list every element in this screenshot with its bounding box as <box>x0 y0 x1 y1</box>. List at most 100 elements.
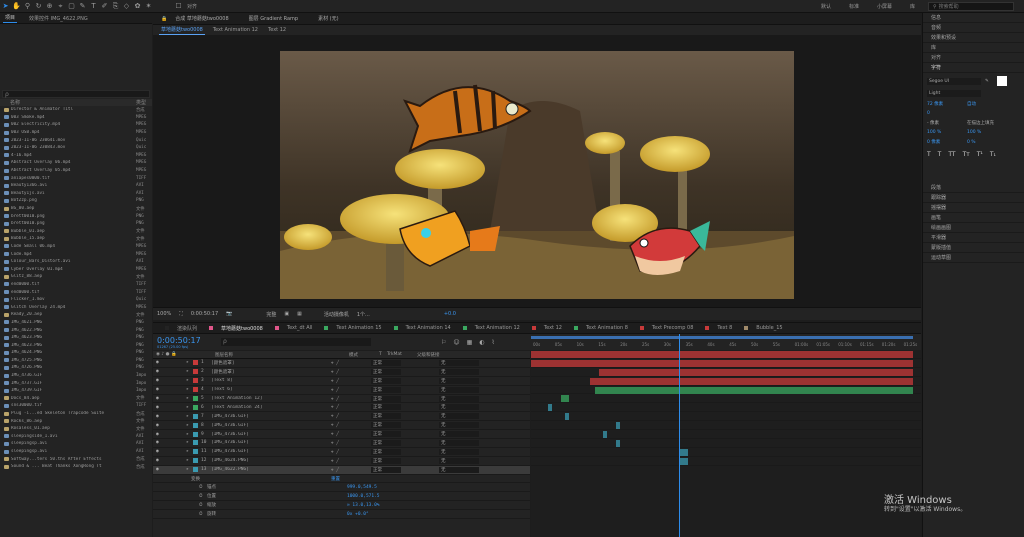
parent-dropdown[interactable]: 无 <box>439 457 479 464</box>
layer-duration-bar[interactable] <box>598 368 913 376</box>
visibility-eye-icon[interactable]: ◉ <box>153 378 163 383</box>
blend-mode-dropdown[interactable]: 正常 <box>371 359 401 366</box>
layer-name[interactable]: [IMG_4736.GIF] <box>211 440 331 445</box>
blend-mode-dropdown[interactable]: 正常 <box>371 448 401 455</box>
visibility-eye-icon[interactable]: ◉ <box>153 369 163 374</box>
eraser-tool-icon[interactable]: ◇ <box>122 2 131 11</box>
transform-row[interactable]: 变换 重置 <box>153 475 530 484</box>
layer-duration-bar[interactable] <box>590 377 913 385</box>
project-item[interactable]: Glitch Overlay 24.mp4 MPEG <box>0 303 152 311</box>
layer-switches-icon[interactable]: ⌖ ╱ <box>331 360 371 366</box>
parent-dropdown[interactable]: 无 <box>439 368 479 375</box>
tsume-value[interactable]: 0 % <box>967 140 976 145</box>
view-tab-text-animation-12[interactable]: Text Animation 12 <box>211 26 260 34</box>
visibility-eye-icon[interactable]: ◉ <box>153 396 163 401</box>
panel-wiggler[interactable]: 摇摆器 <box>923 203 1024 213</box>
layer-name[interactable]: [IMG_4736.GIF] <box>211 449 331 454</box>
layer-row[interactable]: ◉ ▸ 10 [IMG_4736.GIF] ⌖ ╱ 正常 无 <box>153 439 530 448</box>
layer-duration-bar[interactable] <box>603 431 608 439</box>
project-item[interactable]: sleepingsp.avi AVI <box>0 440 152 448</box>
column-name[interactable]: 名称 <box>10 99 136 106</box>
property-value[interactable]: ∞ 13.0,13.0% <box>347 503 380 508</box>
workspace-library[interactable]: 库 <box>910 3 915 10</box>
blend-mode-dropdown[interactable]: 正常 <box>371 386 401 393</box>
workspace-default[interactable]: 默认 <box>821 3 831 10</box>
project-item[interactable]: IMG_4739.GIF Impo <box>0 387 152 395</box>
draft-3d-icon[interactable]: ⚐ <box>441 339 446 346</box>
transform-property-row[interactable]: ⏱ 缩放 ∞ 13.0,13.0% <box>153 501 530 511</box>
layer-switches-icon[interactable]: ⌖ ╱ <box>331 387 371 393</box>
visibility-eye-icon[interactable]: ◉ <box>153 467 163 472</box>
blend-mode-dropdown[interactable]: 正常 <box>371 395 401 402</box>
layer-label-color[interactable] <box>193 413 198 419</box>
blend-mode-dropdown[interactable]: 正常 <box>371 439 401 446</box>
roto-tool-icon[interactable]: ✿ <box>133 2 142 11</box>
transparency-grid-icon[interactable]: ▦ <box>297 311 302 317</box>
blend-mode-dropdown[interactable]: 正常 <box>371 413 401 420</box>
project-item[interactable]: brett0010.png PNG <box>0 220 152 228</box>
type-tool-icon[interactable]: T <box>89 2 98 11</box>
expand-arrow-icon[interactable]: ▸ <box>163 396 193 401</box>
project-item[interactable]: IMG_4737.GIF Impo <box>0 379 152 387</box>
layer-label-color[interactable] <box>193 378 198 384</box>
eyedropper-icon[interactable]: ✎ <box>985 79 989 84</box>
blend-mode-dropdown[interactable]: 正常 <box>371 377 401 384</box>
parent-dropdown[interactable]: 无 <box>439 431 479 438</box>
parent-dropdown[interactable]: 无 <box>439 466 479 473</box>
project-item[interactable]: Bubble_15.aep 文件 <box>0 235 152 243</box>
composition-viewer[interactable] <box>153 35 921 307</box>
project-item[interactable]: IMG_4622.PNG PNG <box>0 326 152 334</box>
project-item[interactable]: Softway...ters 50.ths After Effects 合成 <box>0 455 152 463</box>
visibility-eye-icon[interactable]: ◉ <box>153 440 163 445</box>
project-item[interactable]: BG_00.aep 文件 <box>0 205 152 213</box>
tab-effect-controls[interactable]: 效果控件 IMG_4622.PNG <box>27 14 90 23</box>
time-ruler[interactable]: 00s 05s 10s 15s 20s 25s 30s 35s 40s 45s 50s 55s 01:0… <box>531 334 921 350</box>
expand-arrow-icon[interactable]: ▸ <box>163 405 193 410</box>
project-item[interactable]: 002 Electricity.mp4 MPEG <box>0 121 152 129</box>
project-item[interactable]: Abstract Overlay 05.mp4 MPEG <box>0 167 152 175</box>
snap-checkbox-icon[interactable]: ☐ <box>174 2 183 11</box>
composition-title[interactable]: 合成 草地蘑菇two0008 <box>175 15 228 22</box>
tracking-value[interactable]: 0 <box>927 111 967 116</box>
layer-switches-icon[interactable]: ⌖ ╱ <box>331 431 371 437</box>
panel-character[interactable]: 字符 <box>923 63 1024 73</box>
layer-duration-bar[interactable] <box>679 457 689 465</box>
work-area-bar[interactable] <box>531 336 913 339</box>
layer-name[interactable]: [Text 6] <box>211 387 331 392</box>
blend-mode-dropdown[interactable]: 正常 <box>371 368 401 375</box>
timeline-tab[interactable]: Text Precomp 08 <box>639 325 693 331</box>
panel-smoother[interactable]: 平滑器 <box>923 233 1024 243</box>
layer-duration-bar[interactable] <box>615 439 621 447</box>
layer-row[interactable]: ◉ ▸ 4 [Text 6] ⌖ ╱ 正常 无 <box>153 386 530 395</box>
puppet-tool-icon[interactable]: ✶ <box>144 2 153 11</box>
font-size-value[interactable]: 72 像素 <box>927 101 967 107</box>
visibility-eye-icon[interactable]: ◉ <box>153 432 163 437</box>
parent-dropdown[interactable]: 无 <box>439 413 479 420</box>
views-dropdown[interactable]: 1个... <box>357 311 370 318</box>
layer-duration-bar[interactable] <box>615 422 621 430</box>
parent-dropdown[interactable]: 无 <box>439 395 479 402</box>
parent-dropdown[interactable]: 无 <box>439 448 479 455</box>
panel-info[interactable]: 信息 <box>923 13 1024 23</box>
layer-row[interactable]: ◉ ▸ 12 [IMG_4624.PNG] ⌖ ╱ 正常 无 <box>153 457 530 466</box>
layer-row[interactable]: ◉ ▸ 1 [颜色遮罩] ⌖ ╱ 正常 无 <box>153 359 530 368</box>
visibility-eye-icon[interactable]: ◉ <box>153 449 163 454</box>
viewer-timecode[interactable]: 0:00:50:17 <box>191 311 218 317</box>
expand-arrow-icon[interactable]: ▸ <box>163 387 193 392</box>
blend-mode-dropdown[interactable]: 正常 <box>371 422 401 429</box>
project-search-input[interactable]: ρ <box>2 90 150 98</box>
panel-mask-interpolation[interactable]: 蒙版插值 <box>923 243 1024 253</box>
project-item[interactable]: 003 OSB.mp4 MPEG <box>0 129 152 137</box>
project-item[interactable]: aniapes0000.tif TIFF <box>0 174 152 182</box>
visibility-eye-icon[interactable]: ◉ <box>153 458 163 463</box>
layer-switches-icon[interactable]: ⌖ ╱ <box>331 378 371 384</box>
camera-tool-icon[interactable]: ⊕ <box>45 2 54 11</box>
project-item[interactable]: 003 Smoke.mp4 MPEG <box>0 114 152 122</box>
stopwatch-icon[interactable]: ⏱ <box>199 502 207 508</box>
visibility-eye-icon[interactable]: ◉ <box>153 423 163 428</box>
rectangle-tool-icon[interactable]: ▢ <box>67 2 76 11</box>
layer-switches-icon[interactable]: ⌖ ╱ <box>331 369 371 375</box>
timeline-graph[interactable]: 00s 05s 10s 15s 20s 25s 30s 35s 40s 45s 50s 55s 01:0… <box>531 334 921 537</box>
panel-effects-presets[interactable]: 效果和预设 <box>923 33 1024 43</box>
project-item[interactable]: IMG_4624.PNG PNG <box>0 349 152 357</box>
